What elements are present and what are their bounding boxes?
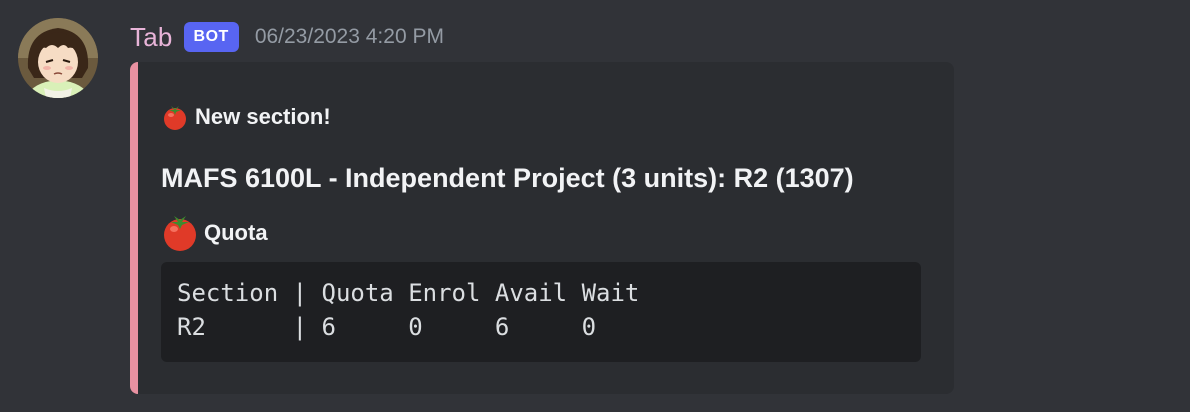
code-data-row: R2 | 6 0 6 0 (177, 313, 597, 341)
embed: New section! MAFS 6100L - Independent Pr… (130, 62, 954, 394)
code-header-row: Section | Quota Enrol Avail Wait (177, 279, 640, 307)
bot-badge: BOT (183, 22, 239, 52)
avatar[interactable] (18, 18, 98, 98)
tomato-icon (161, 214, 199, 252)
timestamp[interactable]: 06/23/2023 4:20 PM (255, 25, 444, 49)
message-header: Tab BOT 06/23/2023 4:20 PM (130, 18, 444, 56)
embed-field-name: Quota (161, 212, 268, 254)
field-name-text: Quota (204, 220, 268, 245)
anime-girl-avatar-icon (18, 18, 98, 98)
username[interactable]: Tab (130, 22, 173, 53)
tomato-icon (161, 103, 189, 131)
embed-title: MAFS 6100L - Independent Project (3 unit… (161, 162, 854, 193)
embed-author-text: New section! (195, 104, 331, 129)
embed-author: New section! (161, 100, 331, 134)
chat-message: Tab BOT 06/23/2023 4:20 PM New section! … (0, 0, 1190, 412)
quota-code-block[interactable]: Section | Quota Enrol Avail Wait R2 | 6 0… (161, 262, 921, 362)
